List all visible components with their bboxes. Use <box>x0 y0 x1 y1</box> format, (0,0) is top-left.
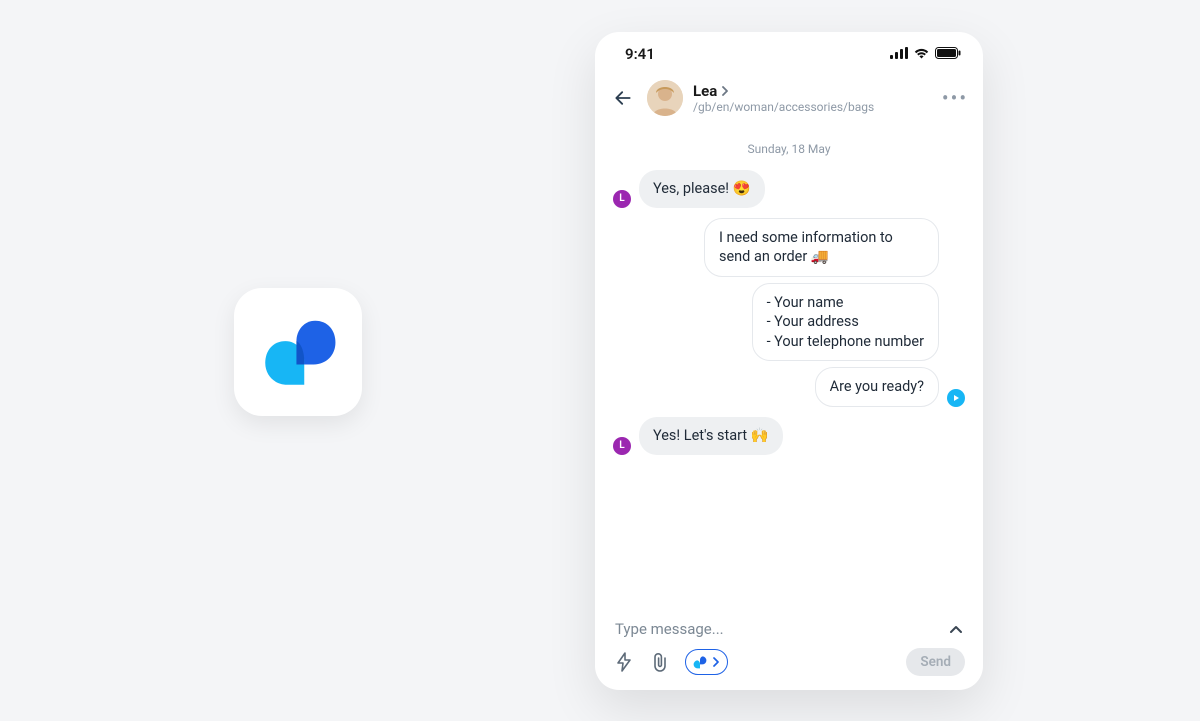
message-bubble-outgoing: Are you ready? <box>815 367 939 407</box>
message-bubble-incoming: Yes, please! 😍 <box>639 170 765 208</box>
send-button[interactable]: Send <box>906 648 965 676</box>
expand-composer-button[interactable] <box>949 620 963 638</box>
wifi-icon <box>913 45 930 63</box>
composer-toolbar: Send <box>613 648 965 676</box>
suggestion-pill[interactable] <box>685 649 728 675</box>
message-bubble-outgoing: I need some information to send an order… <box>704 218 939 277</box>
chevron-up-icon <box>949 624 963 634</box>
contact-mini-avatar: L <box>613 190 631 208</box>
status-time: 9:41 <box>625 45 655 63</box>
lightning-icon <box>615 652 633 672</box>
status-indicators <box>890 45 961 63</box>
chat-header: Lea /gb/en/woman/accessories/bags ••• <box>595 76 983 130</box>
message-row: L Yes! Let's start 🙌 <box>613 417 965 455</box>
chevron-right-icon <box>712 657 719 667</box>
app-logo <box>259 313 337 391</box>
quick-reply-button[interactable] <box>613 651 635 673</box>
message-line: - Your telephone number <box>767 332 924 352</box>
contact-mini-avatar: L <box>613 437 631 455</box>
phone-frame: 9:41 <box>595 32 983 690</box>
message-line: - Your address <box>767 312 924 332</box>
message-status[interactable] <box>947 389 965 407</box>
status-bar: 9:41 <box>595 32 983 76</box>
contact-name-row[interactable]: Lea <box>693 82 931 100</box>
contact-avatar[interactable] <box>647 80 683 116</box>
message-bubble-outgoing: - Your name - Your address - Your teleph… <box>752 283 939 362</box>
back-button[interactable] <box>609 84 637 112</box>
chat-body[interactable]: Sunday, 18 May L Yes, please! 😍 I need s… <box>595 130 983 609</box>
paperclip-icon <box>651 652 669 672</box>
message-row: L Yes, please! 😍 <box>613 170 965 208</box>
composer: Type message... <box>595 609 983 690</box>
message-row: I need some information to send an order… <box>613 218 965 407</box>
cellular-icon <box>890 45 908 63</box>
chevron-right-icon <box>721 86 729 96</box>
attach-button[interactable] <box>649 651 671 673</box>
message-bubble-incoming: Yes! Let's start 🙌 <box>639 417 783 455</box>
app-icon-tile <box>234 288 362 416</box>
chat-bubble-icon <box>692 654 708 670</box>
contact-name: Lea <box>693 82 717 100</box>
arrow-left-icon <box>613 88 633 108</box>
battery-icon <box>935 45 961 63</box>
play-icon <box>947 389 965 407</box>
contact-path: /gb/en/woman/accessories/bags <box>693 100 931 114</box>
message-input[interactable]: Type message... <box>615 620 724 638</box>
message-line: - Your name <box>767 293 924 313</box>
date-separator: Sunday, 18 May <box>613 142 965 156</box>
dots-icon: ••• <box>942 86 968 110</box>
more-button[interactable]: ••• <box>941 84 969 112</box>
